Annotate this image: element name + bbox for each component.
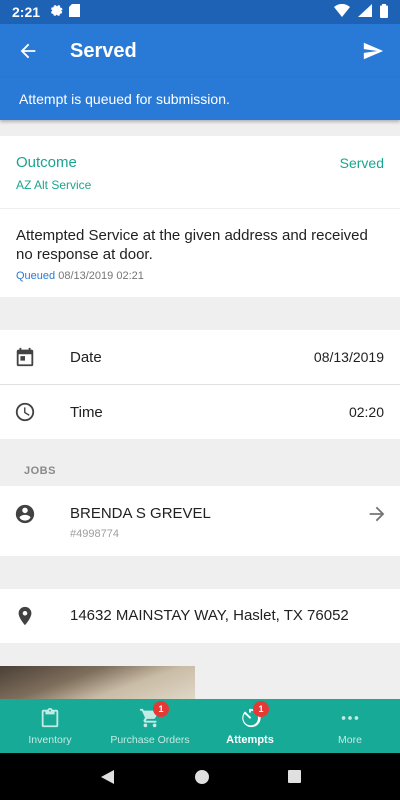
outcome-service-type: AZ Alt Service	[16, 178, 92, 192]
sd-card-icon	[69, 4, 81, 20]
clipboard-icon	[41, 707, 59, 727]
address-row[interactable]: 14632 MAINSTAY WAY, Haslet, TX 76052	[0, 589, 400, 643]
notification-badge: 1	[253, 700, 269, 717]
job-person-name: BRENDA S GREVEL	[70, 505, 211, 522]
time-value: 02:20	[348, 404, 384, 420]
description-card: Attempted Service at the given address a…	[0, 209, 400, 297]
description-timestamp: 08/13/2019 02:21	[58, 270, 144, 282]
job-id: #4998774	[70, 528, 119, 540]
app-bar: Served	[0, 24, 400, 78]
status-time: 2:21	[12, 4, 41, 20]
status-bar: 2:21	[0, 0, 400, 24]
system-navigation-bar	[0, 753, 400, 800]
notification-badge: 1	[153, 700, 169, 717]
settings-gear-icon	[50, 4, 63, 20]
signal-icon	[358, 4, 372, 20]
nav-more[interactable]: More	[300, 699, 400, 753]
time-label: Time	[70, 403, 103, 421]
nav-label: Attempts	[226, 733, 274, 746]
send-button[interactable]	[346, 24, 400, 78]
nav-purchase-orders[interactable]: 1 Purchase Orders	[100, 699, 200, 753]
nav-label: More	[338, 733, 362, 746]
bottom-navigation: Inventory 1 Purchase Orders 1 Attempts M…	[0, 699, 400, 753]
nav-label: Purchase Orders	[110, 733, 190, 746]
arrow-back-icon	[20, 43, 36, 59]
system-home-icon[interactable]	[194, 769, 210, 785]
more-icon	[341, 715, 359, 720]
send-icon	[363, 42, 384, 60]
outcome-label: Outcome	[16, 154, 77, 171]
system-recents-icon[interactable]	[287, 769, 302, 784]
nav-inventory[interactable]: Inventory	[0, 699, 100, 753]
account-circle-icon	[15, 504, 35, 524]
system-back-icon[interactable]	[99, 768, 117, 786]
time-row[interactable]: Time 02:20	[0, 385, 400, 439]
back-button[interactable]	[0, 24, 56, 78]
clock-icon	[15, 402, 35, 422]
nav-label: Inventory	[28, 733, 72, 746]
queued-banner: Attempt is queued for submission.	[0, 78, 400, 120]
page-title: Served	[70, 39, 137, 62]
nav-attempts[interactable]: 1 Attempts	[200, 699, 300, 753]
job-row[interactable]: BRENDA S GREVEL #4998774	[0, 486, 400, 556]
address-text: 14632 MAINSTAY WAY, Haslet, TX 76052	[70, 607, 349, 624]
outcome-card[interactable]: Outcome AZ Alt Service Served	[0, 136, 400, 208]
description-text: Attempted Service at the given address a…	[16, 227, 368, 263]
jobs-section-header: JOBS	[24, 465, 56, 477]
arrow-forward-icon[interactable]	[366, 503, 388, 525]
wifi-icon	[334, 3, 350, 20]
description-meta: Queued 08/13/2019 02:21	[16, 270, 144, 282]
date-row[interactable]: Date 08/13/2019	[0, 330, 400, 384]
queued-status: Queued	[16, 270, 56, 282]
banner-text: Attempt is queued for submission.	[19, 91, 230, 107]
location-pin-icon	[18, 606, 32, 626]
battery-icon	[380, 3, 388, 21]
date-value: 08/13/2019	[313, 349, 384, 365]
date-label: Date	[70, 348, 102, 366]
outcome-value: Served	[339, 155, 384, 171]
calendar-icon	[16, 347, 34, 367]
